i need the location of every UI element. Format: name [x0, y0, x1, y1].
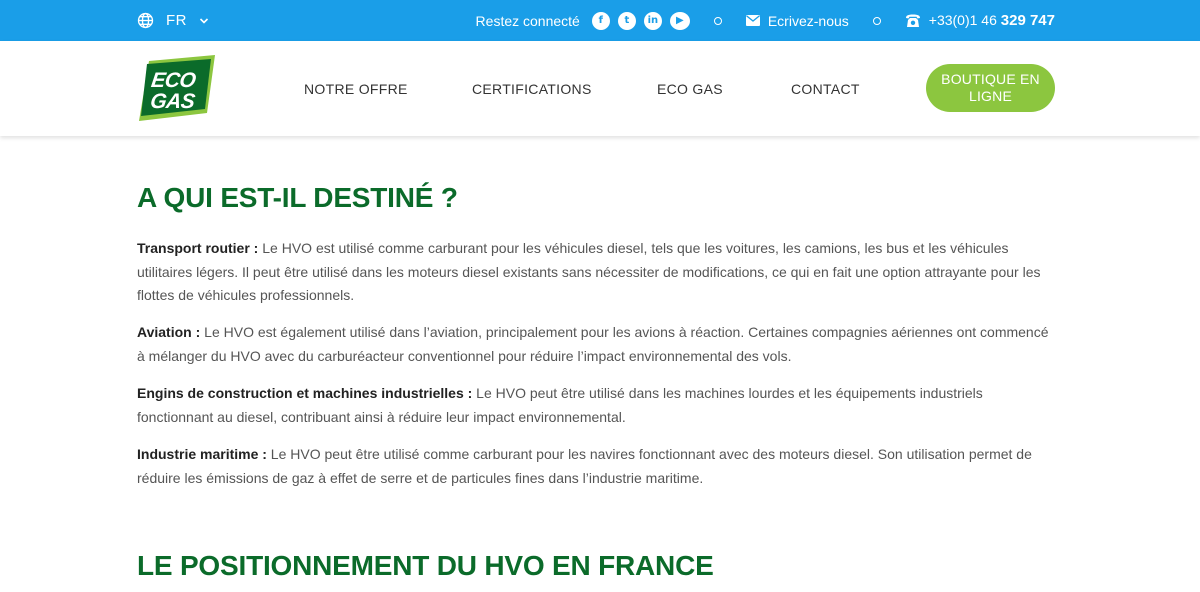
nav-item-eco-gas[interactable]: ECO GAS — [657, 81, 723, 97]
online-shop-button[interactable]: BOUTIQUE EN LIGNE — [926, 64, 1055, 112]
linkedin-icon[interactable]: in — [643, 11, 662, 30]
social-links: f t in ▶ — [591, 11, 690, 30]
twitter-icon[interactable]: t — [617, 11, 636, 30]
paragraph-aviation: Aviation : Le HVO est également utilisé … — [137, 324, 1049, 364]
paragraph-transport: Transport routier : Le HVO est utilisé c… — [137, 240, 1041, 303]
top-bar-right: Restez connecté f t in ▶ Ecrivez-nous +3… — [476, 0, 1055, 41]
chevron-down-icon — [199, 17, 209, 24]
stay-connected-label: Restez connecté — [475, 12, 580, 29]
nav-item-contact[interactable]: CONTACT — [791, 81, 860, 97]
youtube-icon[interactable]: ▶ — [669, 11, 690, 30]
section-title: A QUI EST-IL DESTINÉ ? — [137, 182, 458, 213]
language-code: FR — [166, 12, 187, 29]
separator-dot — [872, 16, 881, 25]
nav-item-notre-offre[interactable]: NOTRE OFFRE — [304, 81, 408, 97]
top-bar: FR Restez connecté f t in ▶ Ecrivez-nous… — [0, 0, 1200, 41]
separator-dot — [713, 16, 722, 25]
main-nav: NOTRE OFFRE CERTIFICATIONS ECO GAS CONTA… — [0, 41, 1200, 136]
section-title: LE POSITIONNEMENT DU HVO EN FRANCE — [137, 550, 714, 581]
globe-icon — [137, 12, 154, 29]
phone-number[interactable]: +33(0)1 46 329 747 — [929, 12, 1055, 29]
paragraph-construction: Engins de construction et machines indus… — [137, 385, 983, 425]
paragraph-maritime: Industrie maritime : Le HVO peut être ut… — [137, 446, 1032, 486]
write-us-link[interactable]: Ecrivez-nous — [768, 13, 849, 29]
phone-icon — [905, 14, 920, 27]
mail-icon — [745, 15, 760, 26]
main-header: ECO GAS NOTRE OFFRE CERTIFICATIONS ECO G… — [0, 41, 1200, 136]
facebook-icon[interactable]: f — [591, 11, 610, 30]
nav-item-certifications[interactable]: CERTIFICATIONS — [472, 81, 592, 97]
language-selector[interactable]: FR — [137, 0, 209, 41]
